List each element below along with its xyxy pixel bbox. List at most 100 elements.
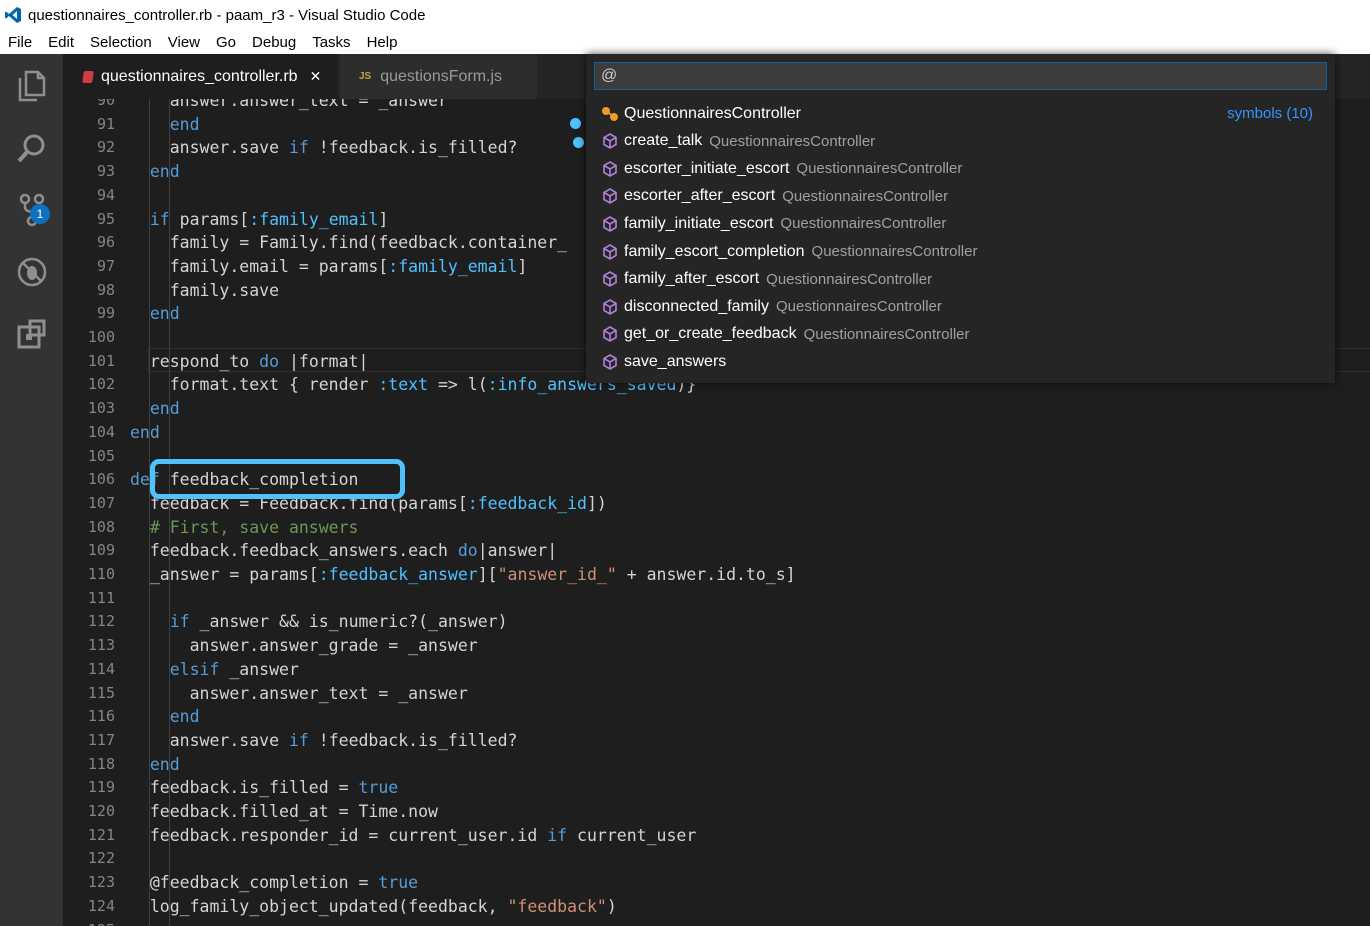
code-line[interactable]: end [130, 705, 200, 729]
code-token: answer.answer_grade = _answer [130, 636, 478, 656]
tab-questionnaires-controller[interactable]: questionnaires_controller.rb ✕ [63, 54, 338, 99]
menu-debug[interactable]: Debug [244, 34, 304, 51]
code-line[interactable]: end [130, 421, 160, 445]
code-token: !feedback.is_filled? [308, 730, 518, 750]
menu-file[interactable]: File [0, 34, 40, 51]
code-line[interactable]: end [130, 753, 180, 777]
debug-icon[interactable] [0, 244, 63, 300]
code-line[interactable]: end [130, 113, 200, 137]
code-token: answer.answer_text = _answer [130, 683, 468, 703]
code-line[interactable]: feedback.filled_at = Time.now [130, 800, 438, 824]
palette-item[interactable]: family_after_escort QuestionnairesControl… [586, 266, 1335, 293]
code-line[interactable]: answer.answer_grade = _answer [130, 634, 478, 658]
palette-item[interactable]: save_answers [586, 348, 1335, 375]
extensions-icon[interactable] [0, 306, 63, 362]
tab-questions-form[interactable]: JS questionsForm.js [340, 54, 537, 99]
code-line[interactable]: feedback.responder_id = current_user.id … [130, 824, 696, 848]
code-line[interactable]: answer.answer_text = _answer [130, 682, 468, 706]
code-line[interactable]: if params[:family_email] [130, 208, 388, 232]
code-line[interactable]: answer.answer_text = _answer [130, 99, 448, 113]
method-icon [598, 188, 622, 205]
code-line[interactable]: respond_to do |format| [130, 350, 369, 374]
code-token: => l( [428, 375, 488, 395]
code-token: :feedback_answer [318, 565, 478, 584]
code-line[interactable]: answer.save if !feedback.is_filled? [130, 136, 518, 160]
menu-help[interactable]: Help [359, 34, 406, 51]
line-number: 122 [87, 849, 115, 868]
source-control-badge: 1 [30, 204, 50, 224]
line-number: 95 [96, 209, 115, 228]
code-line[interactable]: end [130, 302, 180, 326]
line-number: 107 [87, 493, 115, 512]
menu-view[interactable]: View [160, 34, 208, 51]
palette-item[interactable]: get_or_create_feedback QuestionnairesCont… [586, 321, 1335, 348]
explorer-icon[interactable] [0, 58, 63, 114]
symbol-container: QuestionnairesController [803, 325, 970, 343]
palette-item[interactable]: escorter_initiate_escort QuestionnairesCo… [586, 155, 1335, 182]
code-line[interactable]: log_family_object_updated(feedback, "fee… [130, 895, 617, 919]
palette-input[interactable]: @ [594, 62, 1327, 90]
code-line[interactable]: answer.save if !feedback.is_filled? [130, 729, 518, 753]
line-number: 101 [87, 351, 115, 370]
code-line[interactable]: feedback.feedback_answers.each do|answer… [130, 539, 557, 563]
code-line[interactable]: family.save [130, 279, 279, 303]
symbol-name: family_after_escort [624, 270, 760, 288]
symbol-container: QuestionnairesController [811, 243, 978, 260]
method-icon [598, 298, 622, 315]
menu-selection[interactable]: Selection [82, 34, 160, 51]
code-line[interactable]: elsif _answer [130, 658, 299, 682]
ruby-file-icon [82, 70, 94, 83]
code-line[interactable]: @feedback_completion = true [130, 871, 418, 895]
code-token: end [169, 114, 200, 134]
code-line[interactable]: family.email = params[:family_email] [130, 255, 528, 279]
activity-bar: 1 [0, 54, 63, 926]
code-token: ) [606, 896, 617, 916]
symbol-container: QuestionnairesController [775, 298, 942, 316]
palette-item[interactable]: disconnected_family QuestionnairesControl… [586, 293, 1335, 320]
menu-go[interactable]: Go [208, 34, 244, 51]
method-icon [598, 353, 622, 370]
code-token: _answer = params[ [130, 565, 319, 584]
line-number: 111 [87, 588, 115, 607]
search-icon[interactable] [0, 120, 63, 176]
symbol-container: QuestionnairesController [796, 160, 963, 178]
code-line[interactable]: end [130, 160, 180, 184]
palette-item[interactable]: create_talk QuestionnairesController [586, 128, 1335, 155]
code-token: :text [378, 375, 429, 395]
code-token: feedback.responder_id = current_user.id [130, 825, 548, 845]
menu-edit[interactable]: Edit [40, 34, 82, 51]
method-icon [598, 215, 622, 232]
menu-tasks[interactable]: Tasks [304, 34, 358, 51]
code-token: if [169, 612, 190, 632]
code-token: if [149, 209, 170, 229]
class-icon [598, 105, 622, 123]
line-number-gutter: 90 91 92 93 94 95 96 97 98 99 100 101 102 103 104 105 10… [63, 99, 123, 926]
code-line[interactable]: if _answer && is_numeric?(_answer) [130, 610, 508, 634]
code-token: respond_to [130, 351, 260, 371]
palette-item[interactable]: family_initiate_escort QuestionnairesCont… [586, 210, 1335, 237]
source-control-icon[interactable]: 1 [0, 182, 63, 238]
line-number: 96 [96, 233, 115, 252]
symbol-name: create_talk [624, 132, 703, 150]
close-icon[interactable]: ✕ [310, 68, 322, 85]
code-token: if [288, 138, 309, 158]
code-token: !feedback.is_filled? [308, 138, 518, 158]
code-token: end [149, 399, 180, 419]
code-line[interactable]: end [130, 397, 180, 421]
symbol-name: get_or_create_feedback [624, 325, 797, 343]
code-token: answer.save [130, 730, 289, 750]
code-line[interactable]: feedback.is_filled = true [130, 776, 398, 800]
line-number: 104 [87, 422, 115, 441]
code-token: ][ [477, 565, 498, 584]
palette-item[interactable]: QuestionnairesController symbols (10) [586, 100, 1335, 127]
palette-item[interactable]: family_escort_completion QuestionnairesCo… [586, 238, 1335, 265]
method-icon [598, 326, 622, 343]
javascript-file-icon: JS [359, 71, 372, 82]
code-line[interactable]: _answer = params[:feedback_answer]["answ… [130, 563, 796, 587]
method-icon [598, 160, 622, 177]
palette-item[interactable]: escorter_after_escort QuestionnairesContr… [586, 183, 1335, 210]
code-line[interactable]: family = Family.find(feedback.container_ [130, 231, 567, 255]
code-line[interactable]: # First, save answers [130, 516, 359, 540]
symbol-name: family_escort_completion [624, 242, 805, 260]
